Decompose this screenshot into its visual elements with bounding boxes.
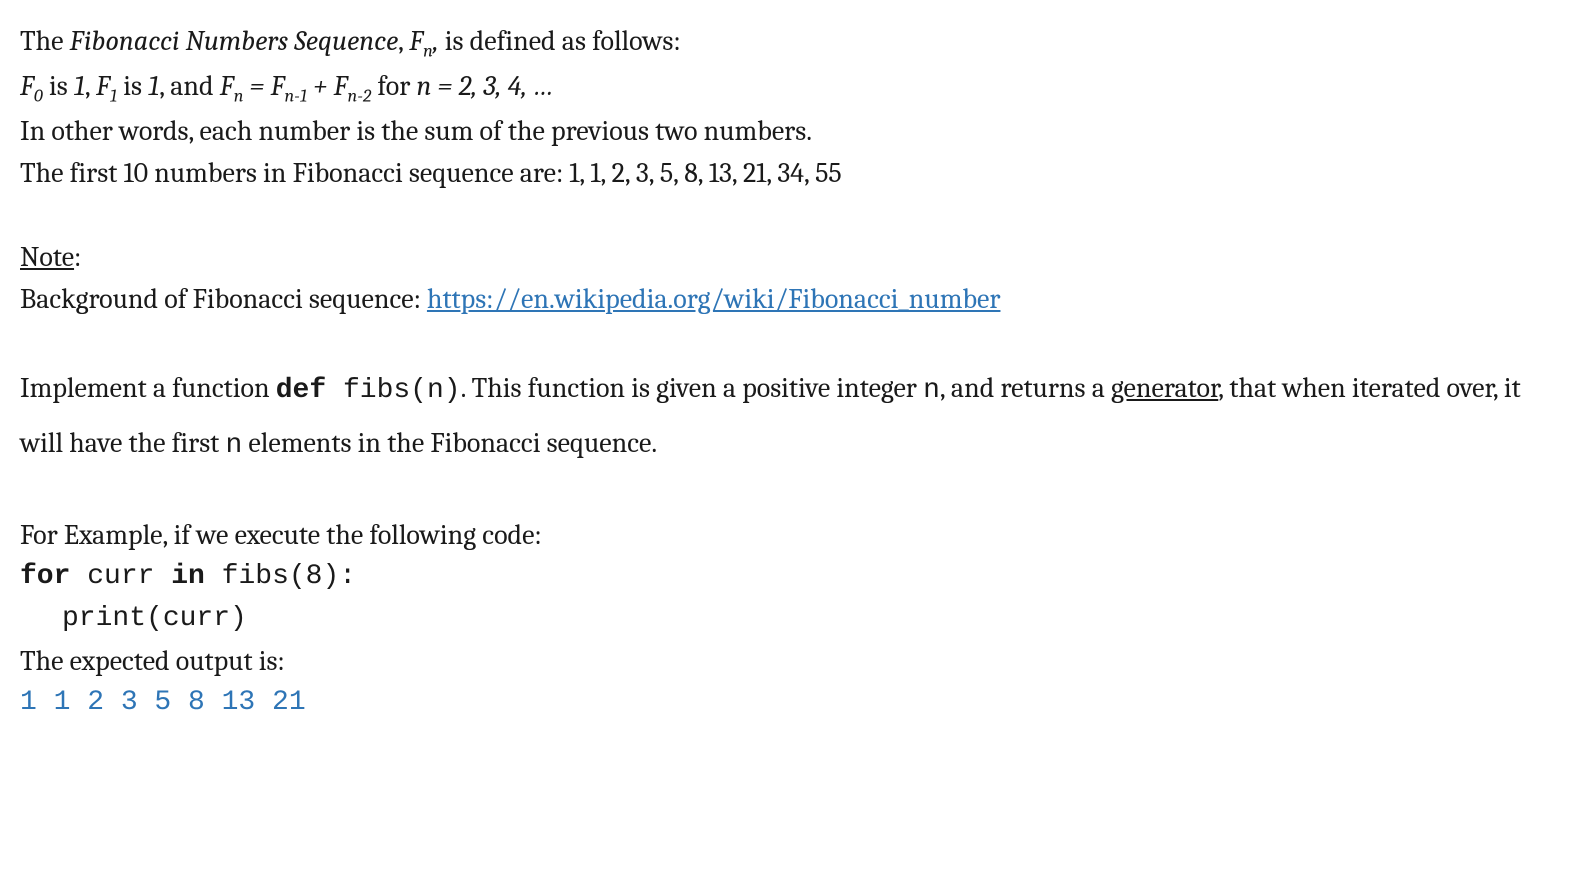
text: is <box>43 70 74 102</box>
f1-sub: 1 <box>110 85 117 106</box>
code-line-1: for curr in fibs(8): <box>20 556 1566 598</box>
code-line-2: print(curr) <box>20 598 1566 640</box>
in-keyword: in <box>171 561 205 592</box>
f1-var: F <box>96 70 110 102</box>
plus: + <box>307 70 334 102</box>
wikipedia-link[interactable]: https://en.wikipedia.org/wiki/Fibonacci_… <box>427 283 1001 315</box>
note-body: Background of Fibonacci sequence: https:… <box>20 278 1566 320</box>
definition-line-1: The Fibonacci Numbers Sequence, Fn, is d… <box>20 20 1566 65</box>
text: , and returns a <box>940 372 1111 404</box>
text: . This function is given a positive inte… <box>461 372 923 404</box>
fn-var: F <box>409 25 423 57</box>
implement-paragraph: Implement a function def fibs(n). This f… <box>20 362 1566 472</box>
example-intro: For Example, if we execute the following… <box>20 514 1566 556</box>
generator-text: generator <box>1111 372 1218 404</box>
value-one: 1 <box>148 70 159 102</box>
fn2-sub: n-2 <box>348 85 372 106</box>
definition-line-4: The first 10 numbers in Fibonacci sequen… <box>20 152 1566 194</box>
for-text: for <box>371 70 416 102</box>
fn1-var: F <box>271 70 285 102</box>
curr-var: curr <box>70 561 171 592</box>
fibonacci-title: Fibonacci Numbers Sequence <box>70 25 399 57</box>
colon: : <box>74 241 81 273</box>
spacer <box>20 472 1566 514</box>
fn-sub: n <box>423 41 433 62</box>
n-eq: n = 2, 3, 4, … <box>417 70 554 102</box>
def-keyword: def <box>276 375 326 406</box>
expected-output: 1 1 2 3 5 8 13 21 <box>20 682 1566 724</box>
text: Implement a function <box>20 372 276 404</box>
note-heading: Note: <box>20 236 1566 278</box>
n-var: n <box>225 430 242 461</box>
value-one: 1 <box>74 70 85 102</box>
fn2-var: F <box>334 70 348 102</box>
note-text: Background of Fibonacci sequence: <box>20 283 427 315</box>
fn-var: F <box>220 70 234 102</box>
comma: , <box>85 70 96 102</box>
text: is defined as follows: <box>439 25 681 57</box>
text: , <box>398 25 409 57</box>
definition-line-2: F0 is 1, F1 is 1, and Fn = Fn-1 + Fn-2 f… <box>20 65 1566 110</box>
n-var: n <box>923 375 940 406</box>
for-keyword: for <box>20 561 70 592</box>
text: , and <box>159 70 220 102</box>
fibs-signature: fibs(n) <box>326 375 460 406</box>
fn1-sub: n-1 <box>285 85 308 106</box>
expected-output-label: The expected output is: <box>20 640 1566 682</box>
fibs-call: fibs(8): <box>205 561 356 592</box>
spacer <box>20 194 1566 236</box>
f0-sub: 0 <box>34 85 43 106</box>
f0-var: F <box>20 70 34 102</box>
text: elements in the Fibonacci sequence. <box>242 427 657 459</box>
eq: = <box>243 70 270 102</box>
definition-line-3: In other words, each number is the sum o… <box>20 110 1566 152</box>
note-label: Note <box>20 241 74 273</box>
text: is <box>117 70 148 102</box>
text: The <box>20 25 70 57</box>
spacer <box>20 320 1566 362</box>
fn-sub: n <box>234 85 244 106</box>
